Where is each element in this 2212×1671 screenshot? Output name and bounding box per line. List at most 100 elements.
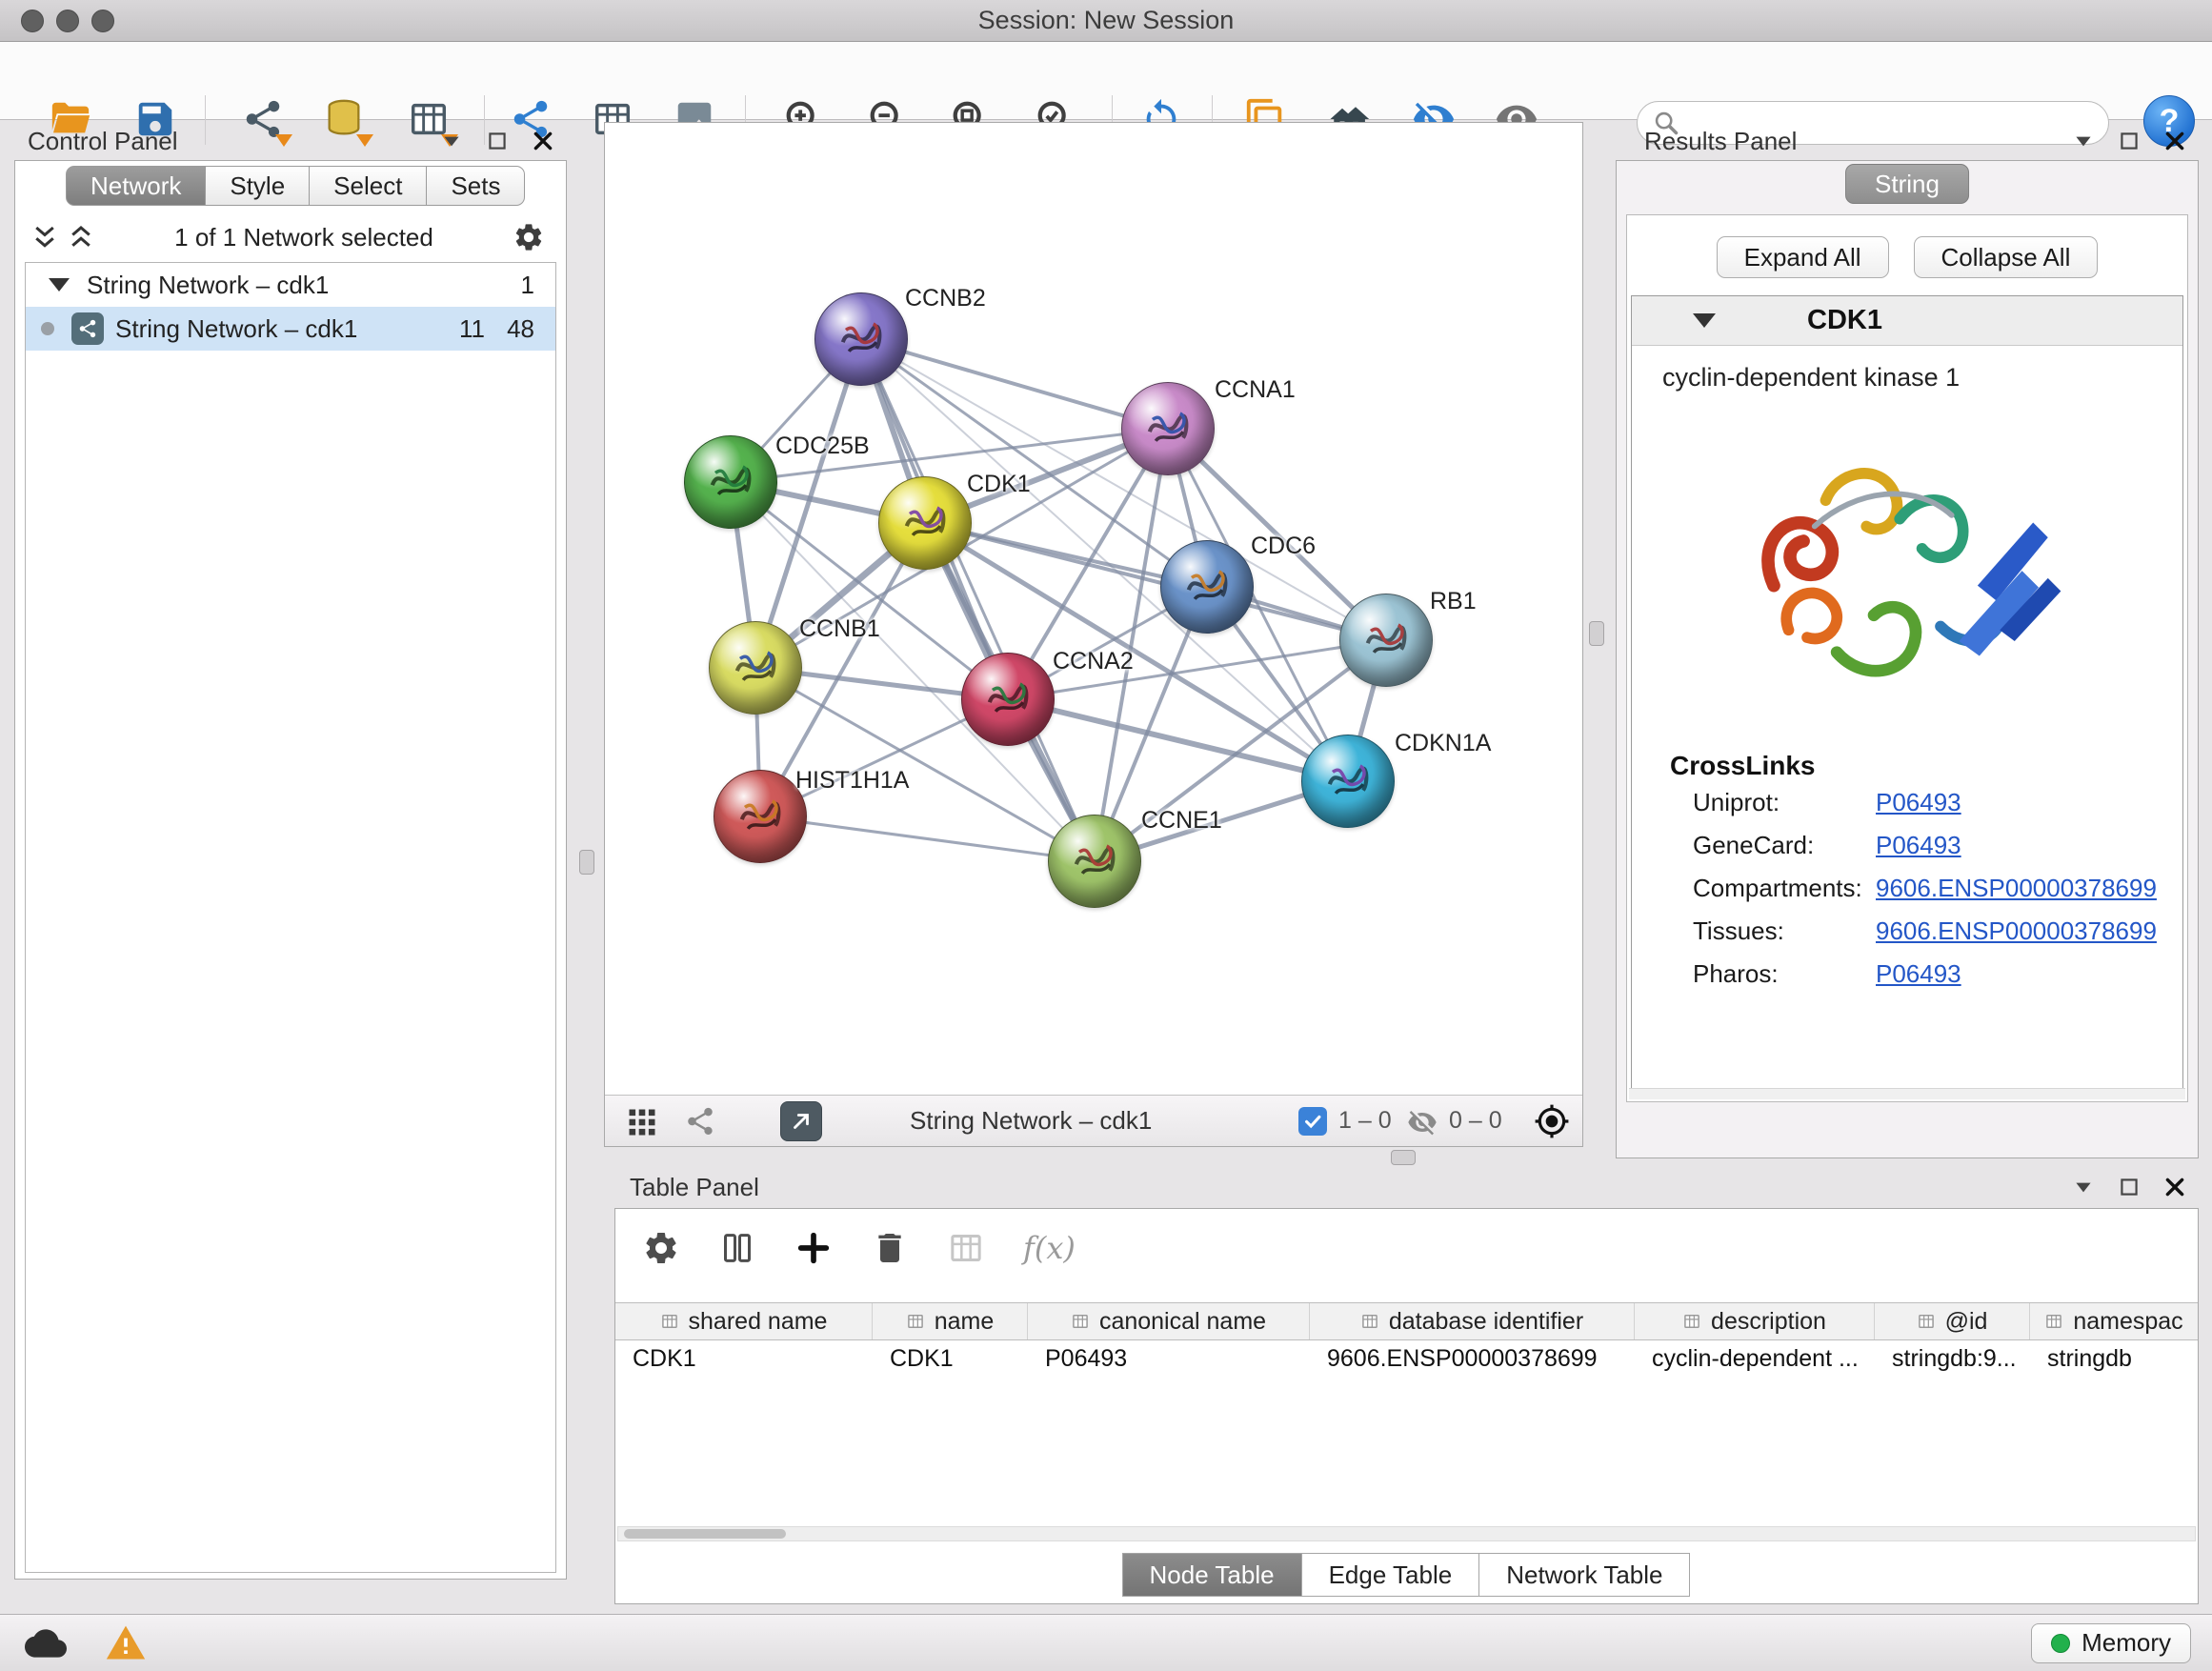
gear-icon[interactable] [642,1229,680,1267]
crosslink-row: GeneCard: P06493 [1632,824,2182,867]
table-cell[interactable]: stringdb:9... [1875,1340,2030,1377]
crosslink-link[interactable]: 9606.ENSP00000378699 [1876,916,2157,946]
tab-network[interactable]: Network [66,166,206,206]
column-header[interactable]: shared name [615,1303,873,1339]
network-node-label: CDK1 [967,471,1031,498]
network-node-label: CCNB2 [905,285,986,312]
close-window-button[interactable] [21,10,44,32]
panel-float-icon[interactable] [2117,129,2142,153]
table-panel-title: Table Panel [630,1173,759,1202]
network-node-label: CCNE1 [1141,807,1222,835]
disclosure-triangle-icon[interactable] [49,278,70,292]
share-view-icon[interactable] [684,1105,716,1137]
results-scrollbar[interactable] [1629,1088,2185,1099]
horizontal-scrollbar[interactable] [617,1526,2196,1541]
crosslink-link[interactable]: P06493 [1876,788,1961,817]
table-panel-body: f(x) shared name name canonical name dat… [614,1208,2199,1604]
protein-card-header[interactable]: CDK1 [1632,296,2182,346]
crosslink-row: Compartments: 9606.ENSP00000378699 [1632,867,2182,910]
network-node-cdc25b[interactable] [684,435,777,529]
network-node-cdc6[interactable] [1160,540,1254,634]
crosslink-link[interactable]: P06493 [1876,959,1961,989]
column-header[interactable]: namespac [2030,1303,2198,1339]
crosslink-label: Pharos: [1693,959,1876,989]
panel-close-icon[interactable] [2162,129,2187,153]
network-node-ccnb1[interactable] [709,621,802,715]
collapse-all-networks-icon[interactable] [67,223,95,252]
table-cell[interactable]: P06493 [1028,1340,1310,1377]
table-cell[interactable]: CDK1 [873,1340,1028,1377]
gear-icon[interactable] [513,221,545,253]
pan-crosshair-icon[interactable] [1534,1103,1570,1139]
network-node-cdkn1a[interactable] [1301,735,1395,828]
column-header[interactable]: database identifier [1310,1303,1635,1339]
network-edge[interactable] [760,816,1095,861]
status-bar: Memory [0,1614,2212,1671]
grid-view-icon[interactable] [625,1105,659,1139]
column-sort-icon [660,1312,679,1331]
network-row[interactable]: String Network – cdk1 11 48 [26,307,555,351]
network-node-ccna1[interactable] [1121,382,1215,475]
network-canvas[interactable]: CCNB2CCNA1CDC25BCDK1CDC6RB1CCNB1CCNA2CDK… [605,123,1582,1095]
panel-collapse-icon[interactable] [2071,1175,2096,1199]
panel-collapse-icon[interactable] [439,129,464,153]
crosslink-link[interactable]: P06493 [1876,831,1961,860]
table-cell[interactable]: CDK1 [615,1340,873,1377]
column-header[interactable]: name [873,1303,1028,1339]
birdseye-toggle-button[interactable] [780,1101,822,1141]
panel-float-icon[interactable] [485,129,510,153]
tab-network-table[interactable]: Network Table [1478,1553,1690,1597]
tab-edge-table[interactable]: Edge Table [1301,1553,1480,1597]
table-cell[interactable]: cyclin-dependent ... [1635,1340,1875,1377]
table-cell[interactable]: stringdb [2030,1340,2198,1377]
network-collection-row[interactable]: String Network – cdk1 1 [26,263,555,307]
network-node-ccna2[interactable] [961,653,1055,746]
disclosure-triangle-icon[interactable] [1693,313,1716,328]
expand-all-button[interactable]: Expand All [1717,236,1889,278]
expand-all-networks-icon[interactable] [30,223,59,252]
zoom-window-button[interactable] [91,10,114,32]
table-row[interactable]: CDK1 CDK1 P06493 9606.ENSP00000378699 cy… [615,1340,2198,1377]
trash-icon[interactable] [871,1229,909,1267]
table-cell[interactable]: 9606.ENSP00000378699 [1310,1340,1635,1377]
splitter-handle[interactable] [1589,621,1604,646]
network-node-ccne1[interactable] [1048,815,1141,908]
selected-checkbox-icon[interactable] [1298,1107,1327,1136]
collapse-all-button[interactable]: Collapse All [1914,236,2099,278]
pan el-close-icon[interactable] [531,129,555,153]
columns-icon[interactable] [718,1229,756,1267]
network-collection-label: String Network – cdk1 [87,271,329,300]
column-header[interactable]: @id [1875,1303,2030,1339]
network-edge[interactable] [861,339,1168,429]
network-edge[interactable] [925,523,1386,640]
cloud-icon[interactable] [25,1622,67,1664]
scrollbar-thumb[interactable] [624,1529,786,1539]
memory-button[interactable]: Memory [2031,1623,2191,1663]
results-panel-title: Results Panel [1644,127,1797,156]
tab-sets[interactable]: Sets [426,166,525,206]
tab-style[interactable]: Style [205,166,310,206]
tab-select[interactable]: Select [309,166,427,206]
network-node-ccnb2[interactable] [814,292,908,386]
protein-card: CDK1 cyclin-dependent kinase 1 [1631,295,2183,1090]
hidden-eye-icon[interactable] [1407,1107,1438,1137]
network-node-rb1[interactable] [1339,594,1433,687]
splitter-handle[interactable] [579,850,594,875]
column-sort-icon [1360,1312,1379,1331]
splitter-handle[interactable] [1391,1150,1416,1165]
string-results-tab[interactable]: String [1845,164,1969,204]
function-builder-button[interactable]: f(x) [1023,1230,1076,1266]
minimize-window-button[interactable] [56,10,79,32]
panel-collapse-icon[interactable] [2071,129,2096,153]
network-node-cdk1[interactable] [878,476,972,570]
panel-float-icon[interactable] [2117,1175,2142,1199]
column-header[interactable]: description [1635,1303,1875,1339]
crosslink-link[interactable]: 9606.ENSP00000378699 [1876,874,2157,903]
tab-node-table[interactable]: Node Table [1122,1553,1302,1597]
protein-structure-thumbnail [730,786,791,847]
add-row-icon[interactable] [794,1229,833,1267]
panel-close-icon[interactable] [2162,1175,2187,1199]
network-node-hist1h1a[interactable] [714,770,807,863]
column-header[interactable]: canonical name [1028,1303,1310,1339]
warning-icon[interactable] [105,1622,147,1664]
